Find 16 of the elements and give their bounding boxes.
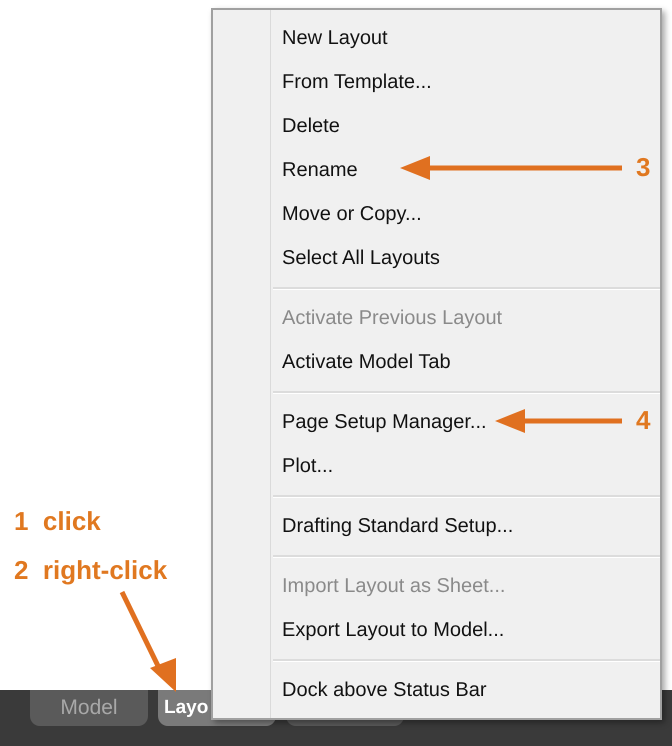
callout-number: 3 (636, 152, 650, 183)
callout-number: 4 (636, 405, 650, 436)
menu-item[interactable]: Plot... (282, 454, 334, 478)
menu-item[interactable]: Activate Model Tab (282, 350, 451, 374)
menu-item[interactable]: Delete (282, 114, 340, 138)
step-label: 2 right-click (14, 555, 168, 586)
menu-item[interactable]: Rename (282, 158, 358, 182)
menu-item[interactable]: Move or Copy... (282, 202, 422, 226)
menu-item[interactable]: Export Layout to Model... (282, 618, 504, 642)
step-label: 1 click (14, 506, 101, 537)
menu-item[interactable]: From Template... (282, 70, 432, 94)
menu-item[interactable]: New Layout (282, 26, 388, 50)
menu-item[interactable]: Page Setup Manager... (282, 410, 487, 434)
menu-item[interactable]: Select All Layouts (282, 246, 440, 270)
menu-item[interactable]: Dock above Status Bar (282, 678, 487, 702)
menu-item[interactable]: Drafting Standard Setup... (282, 514, 514, 538)
